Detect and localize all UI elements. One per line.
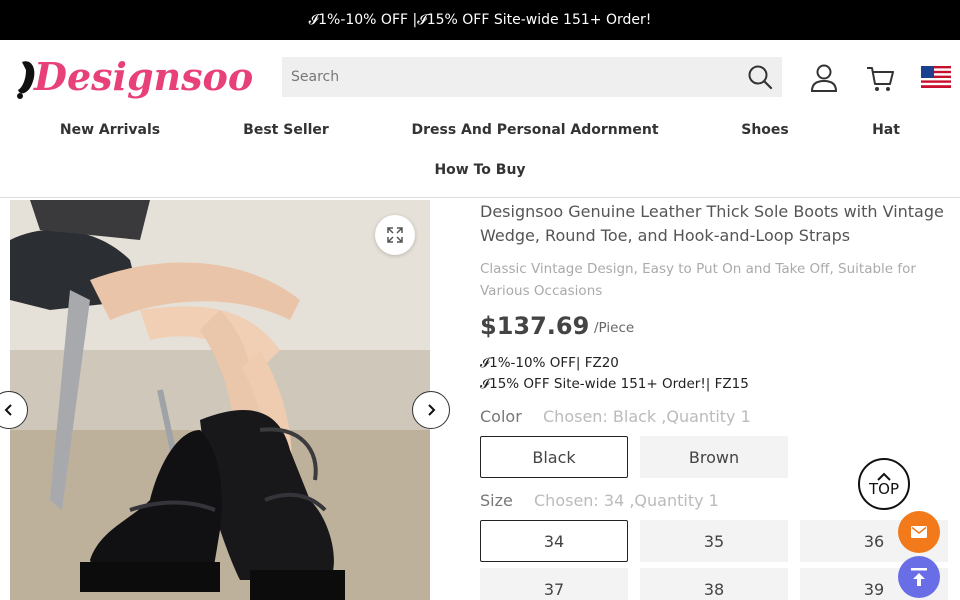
cart-icon[interactable] xyxy=(864,62,896,94)
nav-best-seller[interactable]: Best Seller xyxy=(243,122,329,142)
us-flag-icon[interactable] xyxy=(921,66,951,88)
color-option-brown[interactable]: Brown xyxy=(640,436,788,478)
price-unit: /Piece xyxy=(594,320,635,336)
color-chosen: Chosen: Black ,Quantity 1 xyxy=(543,407,751,426)
logo-text: Designsoo xyxy=(33,54,253,99)
product-photo xyxy=(10,200,430,600)
logo-image: Designsoo xyxy=(17,54,253,99)
site-header: Designsoo New Arrivals Best Seller Dress… xyxy=(0,40,960,198)
search-bar xyxy=(282,57,782,97)
zoom-icon[interactable] xyxy=(375,215,415,255)
top-label: TOP xyxy=(868,480,899,498)
nav-new-arrivals[interactable]: New Arrivals xyxy=(60,122,160,142)
product-image[interactable] xyxy=(10,200,430,600)
chevron-right-icon xyxy=(428,404,436,416)
coupon-2: 𝓘15% OFF Site-wide 151+ Order!| FZ15 xyxy=(480,376,749,392)
promo-text: 𝓘1%-10% OFF |𝓘15% OFF Site-wide 151+ Ord… xyxy=(308,12,652,28)
nav-shoes[interactable]: Shoes xyxy=(741,122,789,142)
promo-bar: 𝓘1%-10% OFF |𝓘15% OFF Site-wide 151+ Ord… xyxy=(0,0,960,40)
color-label: Color xyxy=(480,407,522,426)
account-icon[interactable] xyxy=(808,62,840,94)
size-label: Size xyxy=(480,491,513,510)
product-title: Designsoo Genuine Leather Thick Sole Boo… xyxy=(480,202,944,245)
nav-how-to-buy[interactable]: How To Buy xyxy=(434,162,525,182)
color-option-black[interactable]: Black xyxy=(480,436,628,478)
back-to-top-button[interactable]: TOP xyxy=(858,458,910,510)
size-chosen: Chosen: 34 ,Quantity 1 xyxy=(534,491,719,510)
nav-hat[interactable]: Hat xyxy=(872,122,900,142)
main-nav: New Arrivals Best Seller Dress And Perso… xyxy=(0,110,960,198)
search-input[interactable] xyxy=(282,57,722,97)
size-option-38[interactable]: 38 xyxy=(640,568,788,600)
size-option-37[interactable]: 37 xyxy=(480,568,628,600)
chevron-left-icon xyxy=(4,404,12,416)
size-option-35[interactable]: 35 xyxy=(640,520,788,562)
coupon-1: 𝓘1%-10% OFF| FZ20 xyxy=(480,355,619,371)
logo[interactable]: Designsoo xyxy=(12,50,264,106)
product-subtitle: Classic Vintage Design, Easy to Put On a… xyxy=(480,261,916,299)
mail-button[interactable] xyxy=(898,511,940,553)
search-icon[interactable] xyxy=(746,63,774,91)
arrow-up-bar-icon xyxy=(911,568,927,586)
mail-icon xyxy=(911,526,927,538)
product-price: $137.69 xyxy=(480,312,590,340)
nav-dress-adornment[interactable]: Dress And Personal Adornment xyxy=(411,122,658,142)
size-option-34[interactable]: 34 xyxy=(480,520,628,562)
next-image-button[interactable] xyxy=(412,391,450,429)
scroll-top-button[interactable] xyxy=(898,556,940,598)
